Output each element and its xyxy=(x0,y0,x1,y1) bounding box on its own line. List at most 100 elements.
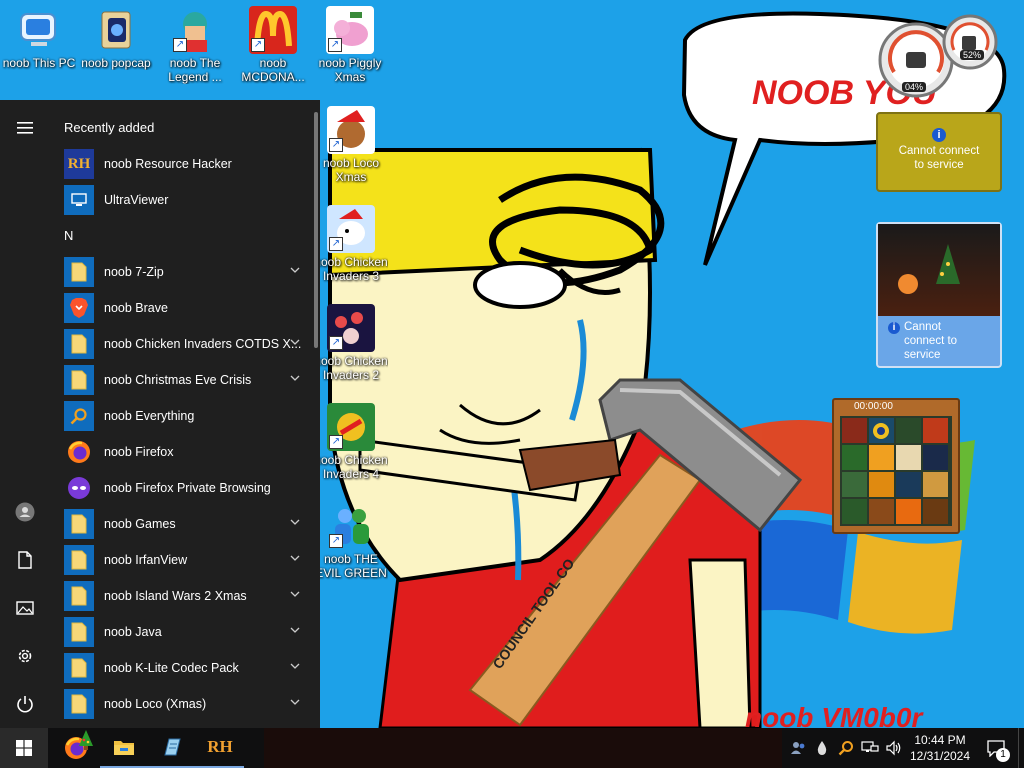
info-icon: i xyxy=(888,322,900,334)
desktop-icon-popcap[interactable]: noob popcap xyxy=(79,6,153,70)
app-item-noob-games[interactable]: noob Games xyxy=(50,506,320,542)
desktop-icon-loco[interactable]: ↗ noob Loco Xmas xyxy=(314,106,388,184)
app-item-noob-k-lite-codec-pack[interactable]: noob K-Lite Codec Pack xyxy=(50,650,320,686)
app-item-noob-irfanview[interactable]: noob IrfanView xyxy=(50,542,320,578)
app-item-label: noob Brave xyxy=(104,301,168,315)
shortcut-arrow-icon: ↗ xyxy=(329,336,343,350)
ultraviewer-icon xyxy=(64,185,94,215)
search-icon xyxy=(64,401,94,431)
christmas-tree-icon xyxy=(79,730,93,750)
expand-menu-button[interactable] xyxy=(9,112,41,144)
power-button[interactable] xyxy=(9,688,41,720)
resource-hacker-icon: RH xyxy=(64,149,94,179)
app-item-noob-firefox-private-browsing[interactable]: noob Firefox Private Browsing xyxy=(50,470,320,506)
mcdonalds-icon: ↗ xyxy=(249,6,297,54)
water-drop-icon[interactable] xyxy=(810,728,834,768)
app-item-label: noob Loco (Xmas) xyxy=(104,697,207,711)
folder-icon xyxy=(64,653,94,683)
puzzle-gadget[interactable]: 00:00:00 xyxy=(832,398,960,534)
chevron-down-icon xyxy=(290,339,300,345)
windows-start-icon xyxy=(16,740,32,756)
document-icon xyxy=(18,551,32,569)
desktop-icon-mcdonalds[interactable]: ↗ noob MCDONA... xyxy=(236,6,310,84)
app-item-noob-christmas-eve-crisis[interactable]: noob Christmas Eve Crisis xyxy=(50,362,320,398)
desktop-icon-legend[interactable]: ↗ noob The Legend ... xyxy=(158,6,232,84)
cpu-meter-gadget[interactable]: 04% 52% xyxy=(874,10,1002,98)
desktop-icon-label: noob Loco Xmas xyxy=(322,156,380,184)
taskbar-resource-hacker-button[interactable]: RH xyxy=(196,728,244,768)
chevron-down-icon xyxy=(290,663,300,669)
app-item-noob-firefox[interactable]: noob Firefox xyxy=(50,434,320,470)
popcap-folder-icon xyxy=(92,6,140,54)
chevron-down-icon xyxy=(290,591,300,597)
taskbar: RH 10:44 PM 12/31/2024 1 xyxy=(0,728,1024,768)
app-item-noob-brave[interactable]: noob Brave xyxy=(50,290,320,326)
file-explorer-icon xyxy=(114,741,134,755)
desktop-icon-piggly[interactable]: ↗ noob Piggly Xmas xyxy=(313,6,387,84)
loco-bear-icon: ↗ xyxy=(327,106,375,154)
taskbar-empty-area[interactable] xyxy=(264,728,782,768)
recently-added-header: Recently added xyxy=(64,120,155,135)
cpu-percent-text: 04% xyxy=(902,82,927,92)
app-item-noob-island-wars-2-xmas[interactable]: noob Island Wars 2 Xmas xyxy=(50,578,320,614)
chevron-down-icon xyxy=(290,519,300,525)
user-account-button[interactable] xyxy=(9,496,41,528)
slideshow-gadget[interactable]: i Cannot connect to service xyxy=(876,222,1002,368)
shortcut-arrow-icon: ↗ xyxy=(173,38,187,52)
weather-message: Cannot connect to service xyxy=(898,145,980,171)
desktop-icon-label: noob popcap xyxy=(81,56,151,70)
desktop-icon-evil-green[interactable]: ↗ noob THE EVIL GREEN ... xyxy=(314,502,388,580)
clock-date: 12/31/2024 xyxy=(909,749,971,763)
app-item-label: noob K-Lite Codec Pack xyxy=(104,661,239,675)
desktop-icon-chicken-invaders-3[interactable]: ↗ noob Chicken Invaders 3 X... xyxy=(314,205,388,283)
app-list-scrollbar[interactable] xyxy=(314,112,318,348)
app-item-noob-loco-xmas[interactable]: noob Loco (Xmas) xyxy=(50,686,320,722)
network-icon[interactable] xyxy=(858,728,882,768)
clock-time: 10:44 PM xyxy=(914,733,966,747)
taskbar-firefox-button[interactable] xyxy=(52,728,100,768)
app-item-label: noob Resource Hacker xyxy=(104,157,232,171)
info-icon: i xyxy=(932,128,946,142)
app-item-label: noob Java xyxy=(104,625,162,639)
chicken-invaders-icon: ↗ xyxy=(327,403,375,451)
show-desktop-button[interactable] xyxy=(1018,728,1024,768)
desktop-icon-chicken-invaders-4[interactable]: ↗ noob Chicken Invaders 4 X... xyxy=(314,403,388,481)
pictures-button[interactable] xyxy=(9,592,41,624)
app-item-resource-hacker[interactable]: RH noob Resource Hacker xyxy=(50,146,320,182)
desktop-icon-this-pc[interactable]: noob This PC xyxy=(2,6,76,70)
chicken-invaders-icon: ↗ xyxy=(327,304,375,352)
chevron-down-icon xyxy=(290,267,300,273)
desktop-icon-label: noob THE EVIL GREEN ... xyxy=(315,552,387,580)
start-button[interactable] xyxy=(0,728,48,768)
search-tray-icon[interactable] xyxy=(834,728,858,768)
hamburger-icon xyxy=(17,122,33,134)
taskbar-file-explorer-button[interactable] xyxy=(100,728,148,768)
shortcut-arrow-icon: ↗ xyxy=(329,435,343,449)
resource-hacker-icon: RH xyxy=(207,737,233,756)
app-item-ultraviewer[interactable]: UltraViewer xyxy=(50,182,320,218)
network-users-icon[interactable] xyxy=(786,728,810,768)
start-menu: Recently added RH noob Resource Hacker U… xyxy=(0,100,320,728)
brave-icon xyxy=(64,293,94,323)
settings-button[interactable] xyxy=(9,640,41,672)
app-item-noob-java[interactable]: noob Java xyxy=(50,614,320,650)
folder-icon xyxy=(64,545,94,575)
folder-icon xyxy=(64,581,94,611)
app-item-noob-chicken-invaders-cotds-x[interactable]: noob Chicken Invaders COTDS X... xyxy=(50,326,320,362)
app-item-label: noob Firefox Private Browsing xyxy=(104,481,271,495)
taskbar-notepad-button[interactable] xyxy=(148,728,196,768)
app-item-noob-7-zip[interactable]: noob 7-Zip xyxy=(50,254,320,290)
desktop-icon-chicken-invaders-2[interactable]: ↗ noob Chicken Invaders 2 X... xyxy=(314,304,388,382)
documents-button[interactable] xyxy=(9,544,41,576)
desktop-icon-label: noob Chicken Invaders 4 X... xyxy=(314,453,388,481)
action-center-button[interactable]: 1 xyxy=(982,728,1010,768)
firefox-private-icon xyxy=(64,473,94,503)
shortcut-arrow-icon: ↗ xyxy=(328,38,342,52)
app-item-label: noob Chicken Invaders COTDS X... xyxy=(104,337,302,351)
notepad-icon xyxy=(164,738,181,756)
taskbar-clock[interactable]: 10:44 PM 12/31/2024 xyxy=(902,732,978,764)
app-item-label: noob Christmas Eve Crisis xyxy=(104,373,252,387)
weather-gadget[interactable]: i Cannot connect to service xyxy=(876,112,1002,192)
letter-header[interactable]: N xyxy=(50,218,320,254)
app-item-noob-everything[interactable]: noob Everything xyxy=(50,398,320,434)
